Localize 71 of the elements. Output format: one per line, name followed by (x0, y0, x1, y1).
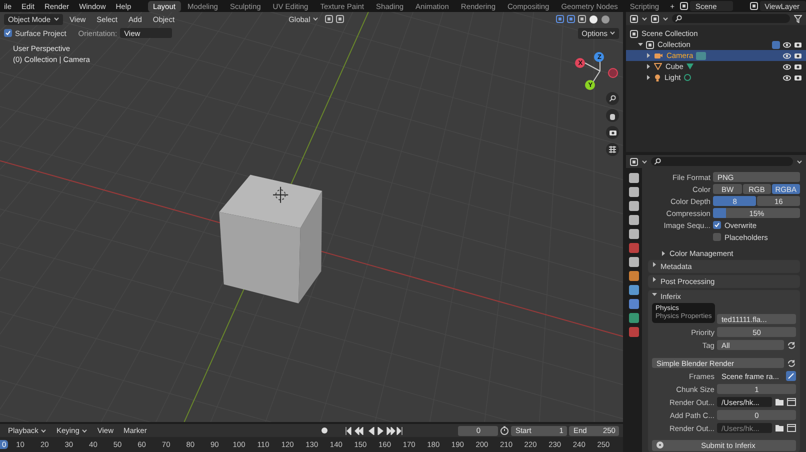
refresh-icon[interactable] (787, 340, 796, 350)
search-icon (675, 15, 682, 22)
link-icon[interactable] (786, 371, 796, 381)
search-icon (609, 95, 616, 102)
checkbox[interactable] (713, 221, 722, 229)
camera-icon[interactable] (794, 52, 802, 59)
caret-icon (54, 17, 59, 21)
camera-data-icon (696, 52, 706, 60)
caret-icon (610, 31, 616, 35)
bulb-icon (654, 74, 662, 82)
caret-icon (313, 17, 318, 21)
playback-controls-icon[interactable] (344, 426, 403, 434)
exclude-checkbox[interactable] (772, 40, 780, 48)
properties-tab-icon[interactable] (629, 201, 640, 211)
caret-icon (82, 428, 88, 432)
solid-shading-icon[interactable] (589, 14, 598, 24)
search-field[interactable] (672, 14, 790, 23)
properties-tab-icon[interactable] (629, 299, 640, 309)
caret-icon (642, 160, 648, 164)
eye-icon[interactable] (783, 64, 791, 70)
expanded-arrow-icon[interactable] (652, 292, 658, 297)
camera-icon[interactable] (794, 41, 802, 48)
properties-tab-icon[interactable] (629, 173, 640, 183)
collapsed-arrow-icon[interactable] (652, 262, 658, 267)
folder-icon[interactable] (775, 398, 784, 406)
properties-tab-icon[interactable] (629, 313, 640, 323)
window-icon[interactable] (787, 424, 796, 432)
record-icon[interactable] (320, 426, 329, 435)
caret-icon (642, 16, 648, 20)
caret-icon (41, 428, 46, 432)
dropdown-caret-icon (797, 160, 802, 164)
camera-icon[interactable] (608, 129, 617, 136)
camera-object-icon (654, 52, 664, 59)
properties-tab-icon[interactable] (629, 257, 640, 267)
expanded-arrow-icon[interactable] (638, 42, 644, 47)
properties-tab-icon[interactable] (629, 285, 640, 295)
camera-icon[interactable] (794, 63, 802, 70)
material-shading-icon[interactable] (601, 14, 610, 24)
properties-tab-icon[interactable] (629, 215, 640, 225)
camera-view-button[interactable] (606, 126, 620, 139)
search-icon (654, 158, 662, 165)
filter-icon[interactable] (794, 14, 802, 22)
eye-icon[interactable] (783, 52, 791, 58)
negative-axis-icon[interactable] (608, 68, 618, 78)
triangle-icon (654, 63, 662, 70)
refresh-icon[interactable] (787, 358, 796, 368)
collapsed-arrow-icon[interactable] (652, 277, 658, 282)
collapsed-arrow-icon[interactable] (661, 250, 666, 256)
film-reel-icon (656, 441, 664, 449)
caret-icon (663, 16, 668, 20)
properties-tab-icon[interactable] (629, 229, 640, 239)
camera-icon[interactable] (794, 74, 802, 81)
eye-icon[interactable] (783, 74, 791, 80)
zoom-button[interactable] (606, 92, 620, 105)
grid-icon (609, 146, 616, 153)
properties-tab-icon[interactable] (629, 187, 640, 197)
collapsed-arrow-icon[interactable] (646, 75, 652, 80)
checkbox[interactable] (4, 29, 12, 37)
folder-icon[interactable] (775, 424, 784, 432)
search-field[interactable] (651, 157, 793, 166)
checkbox[interactable] (713, 233, 722, 241)
collapsed-arrow-icon[interactable] (646, 53, 652, 58)
stopwatch-icon[interactable] (500, 426, 510, 435)
eye-icon[interactable] (783, 42, 791, 48)
pan-button[interactable] (606, 109, 620, 122)
properties-tab-icon[interactable] (629, 271, 640, 281)
collapsed-arrow-icon[interactable] (646, 64, 652, 69)
mesh-data-icon (686, 63, 694, 70)
light-data-icon (684, 74, 691, 81)
window-icon[interactable] (787, 398, 796, 406)
ortho-toggle-button[interactable] (606, 143, 620, 156)
